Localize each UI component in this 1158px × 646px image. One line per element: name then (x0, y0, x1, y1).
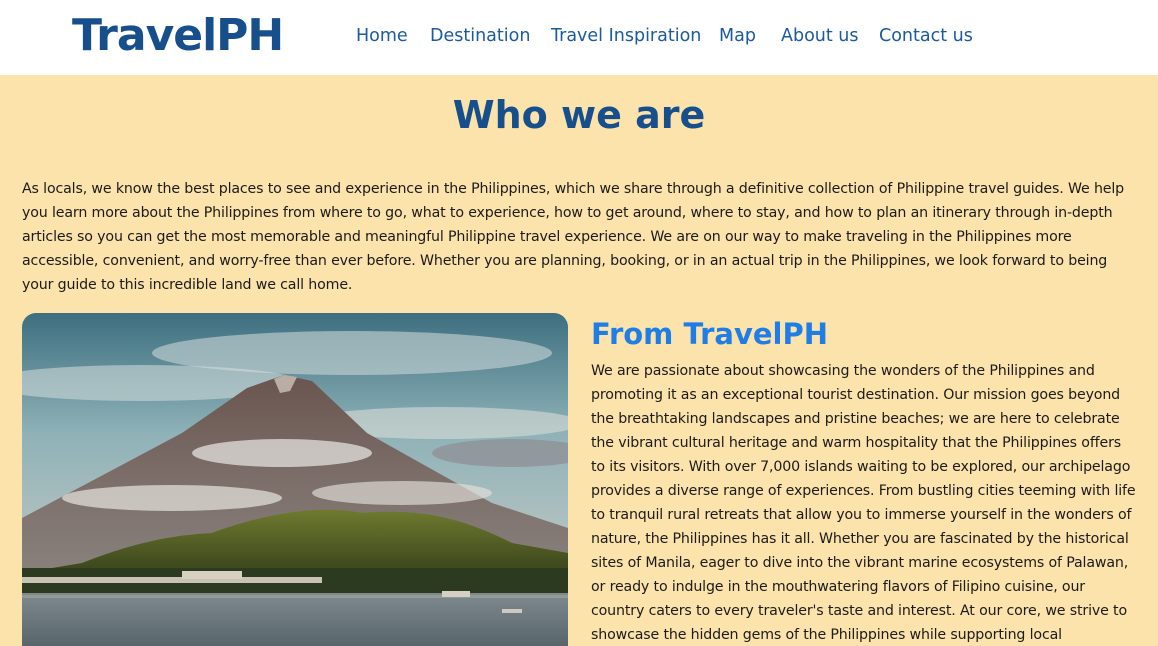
from-travelph-heading: From TravelPH (591, 317, 828, 351)
about-section: Who we are As locals, we know the best p… (0, 75, 1158, 646)
nav-about-us-link[interactable]: About us (781, 24, 859, 48)
nav-map-link[interactable]: Map (719, 24, 756, 48)
who-we-are-text: As locals, we know the best places to se… (22, 181, 1125, 293)
site-logo[interactable]: TravelPH (72, 14, 284, 58)
nav-destination-link[interactable]: Destination (430, 24, 530, 48)
site-header: TravelPH Home Destination Travel Inspira… (0, 0, 1158, 75)
nav-home-link[interactable]: Home (356, 24, 408, 48)
mayon-volcano-image (22, 313, 568, 646)
nav-travel-inspiration-link[interactable]: Travel Inspiration (551, 24, 701, 48)
from-travelph-text: We are passionate about showcasing the w… (591, 363, 1136, 643)
nav-contact-us-link[interactable]: Contact us (879, 24, 973, 48)
who-we-are-heading: Who we are (452, 93, 706, 137)
